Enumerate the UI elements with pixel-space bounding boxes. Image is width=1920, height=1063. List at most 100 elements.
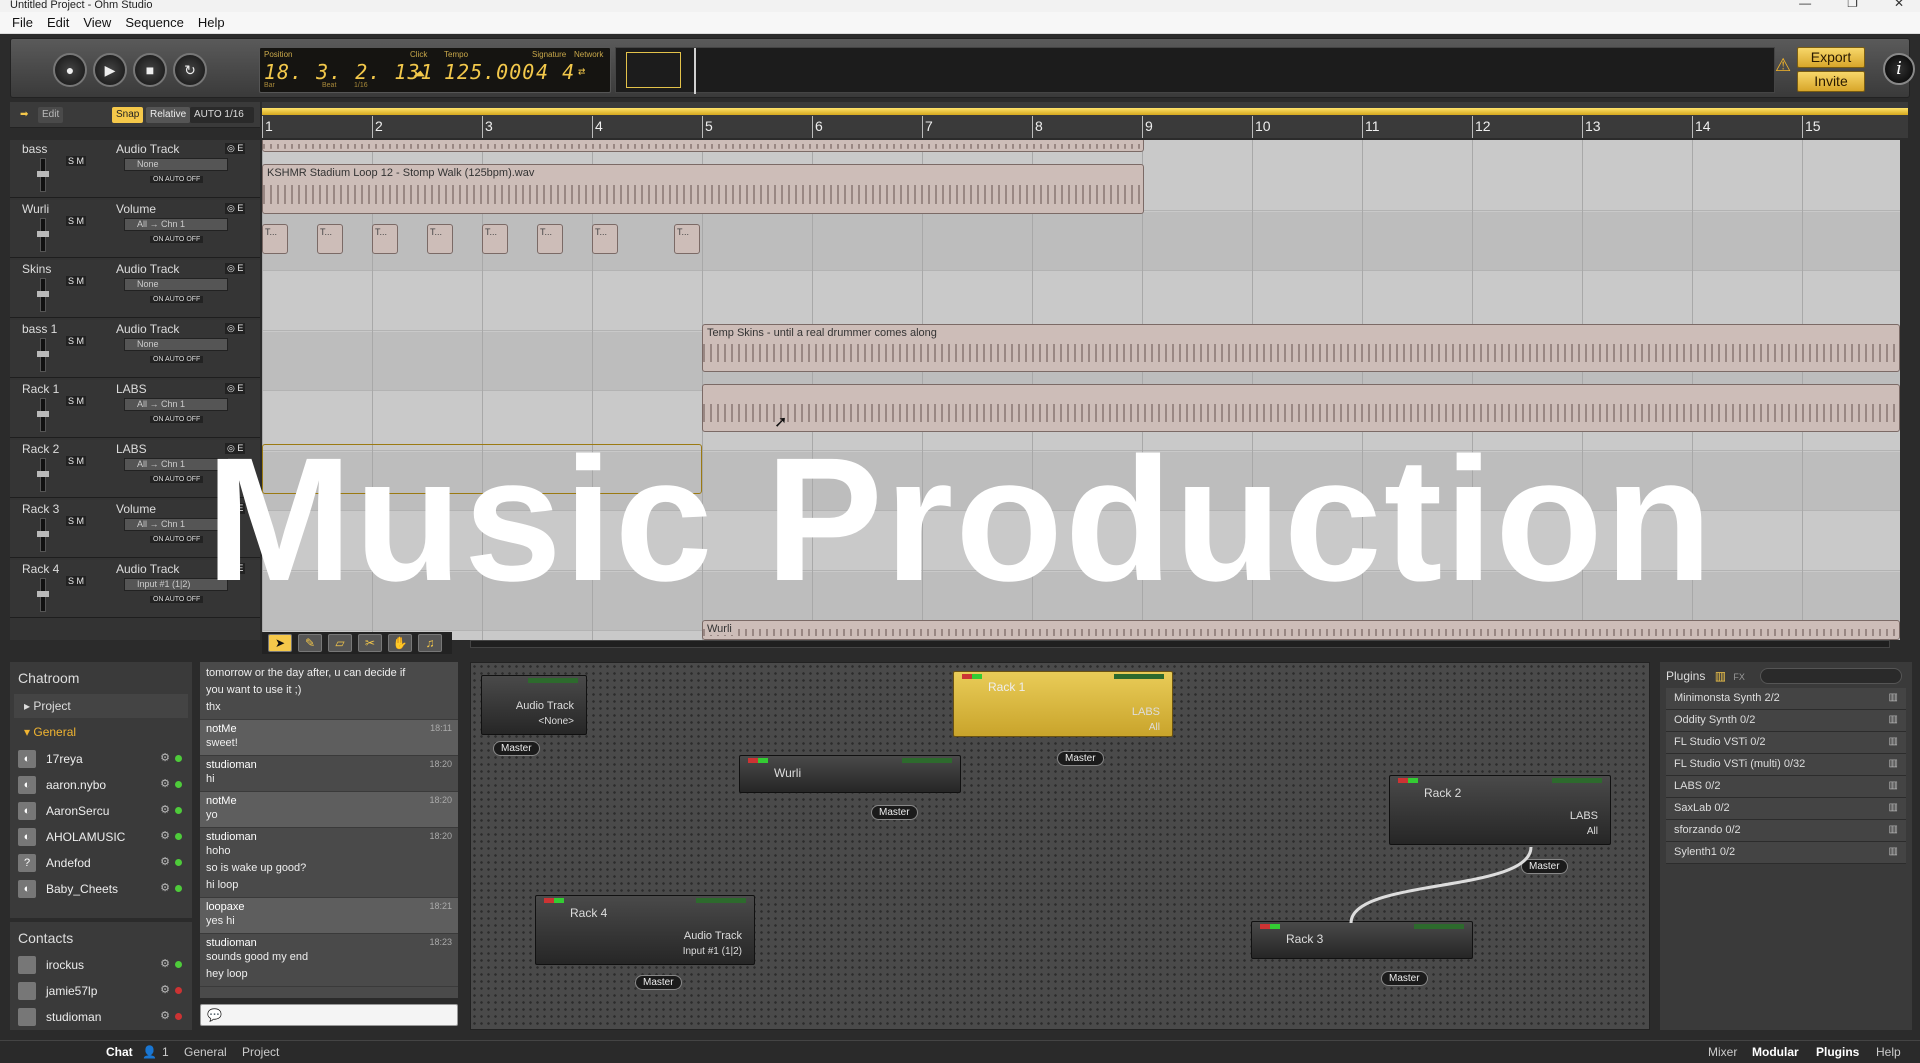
- instruments-filter-icon[interactable]: ▥: [1715, 669, 1726, 683]
- tab-mixer[interactable]: Mixer: [1708, 1045, 1737, 1059]
- gear-icon[interactable]: ⚙: [160, 751, 170, 764]
- volume-fader[interactable]: [37, 218, 49, 252]
- pencil-tool-icon[interactable]: ✎: [298, 634, 322, 652]
- plugin-search-input[interactable]: [1760, 668, 1902, 684]
- module-input-select[interactable]: Input #1 (1|2): [683, 946, 742, 957]
- gear-icon[interactable]: ⚙: [160, 855, 170, 868]
- module-channel-select[interactable]: All: [1149, 722, 1160, 733]
- master-output[interactable]: Master: [635, 975, 682, 990]
- menu-view[interactable]: View: [83, 15, 111, 30]
- chat-log[interactable]: tomorrow or the day after, u can decide …: [200, 662, 458, 998]
- module-rack-3[interactable]: Rack 3: [1251, 921, 1473, 959]
- chat-user[interactable]: ◐ Baby_Cheets ⚙: [10, 876, 192, 902]
- plugin-item[interactable]: FL Studio VSTi 0/2 ▥: [1666, 732, 1906, 754]
- module-rack-2[interactable]: Rack 2 LABS All: [1389, 775, 1611, 845]
- song-overview[interactable]: [615, 47, 1775, 94]
- overview-viewport[interactable]: [626, 52, 681, 88]
- gear-icon[interactable]: ⚙: [160, 803, 170, 816]
- master-output[interactable]: Master: [871, 805, 918, 820]
- eraser-tool-icon[interactable]: ▱: [328, 634, 352, 652]
- info-button[interactable]: i: [1883, 53, 1915, 85]
- tempo-value[interactable]: 125.000: [444, 60, 535, 84]
- channel-project[interactable]: ▸ Project: [14, 694, 188, 718]
- maximize-icon[interactable]: ❐: [1847, 0, 1858, 9]
- chat-user[interactable]: ◐ aaron.nybo ⚙: [10, 772, 192, 798]
- mini-clip[interactable]: T...: [592, 224, 618, 254]
- minimize-icon[interactable]: —: [1799, 0, 1811, 9]
- volume-fader[interactable]: [37, 398, 49, 432]
- tab-plugins[interactable]: Plugins: [1816, 1045, 1859, 1059]
- master-output[interactable]: Master: [493, 741, 540, 756]
- plugin-item[interactable]: Minimonsta Synth 2/2 ▥: [1666, 688, 1906, 710]
- plugin-info-icon[interactable]: ▥: [1889, 714, 1898, 725]
- chat-user[interactable]: ? Andefod ⚙: [10, 850, 192, 876]
- pointer-tool-icon[interactable]: ➤: [268, 634, 292, 652]
- solo-mute-buttons[interactable]: S M: [66, 156, 87, 166]
- plugin-info-icon[interactable]: ▥: [1889, 824, 1898, 835]
- menu-help[interactable]: Help: [198, 15, 225, 30]
- tab-chat[interactable]: Chat: [106, 1045, 133, 1059]
- plugin-info-icon[interactable]: ▥: [1889, 802, 1898, 813]
- track-name[interactable]: bass 1: [22, 322, 57, 336]
- module-wurli[interactable]: Wurli: [739, 755, 961, 793]
- note-tool-icon[interactable]: ♫: [418, 634, 442, 652]
- module-audio-track[interactable]: Audio Track <None>: [481, 675, 587, 735]
- volume-fader[interactable]: [37, 338, 49, 372]
- track-edit-icon[interactable]: ◎ E: [225, 323, 246, 334]
- gear-icon[interactable]: ⚙: [160, 1009, 170, 1022]
- message-author[interactable]: studioman: [206, 937, 257, 949]
- gear-icon[interactable]: ⚙: [160, 983, 170, 996]
- track-input-select[interactable]: All → Chn 1: [124, 398, 228, 411]
- plugin-info-icon[interactable]: ▥: [1889, 736, 1898, 747]
- timeline-ruler[interactable]: 1 2 3 4 5 6 7 8 9 10 11 12 13 14 15: [262, 102, 1908, 138]
- export-button[interactable]: Export: [1797, 47, 1865, 68]
- contact-user[interactable]: irockus ⚙: [10, 952, 192, 978]
- plugin-item[interactable]: SaxLab 0/2 ▥: [1666, 798, 1906, 820]
- edit-arrow-icon[interactable]: ➡: [16, 107, 32, 123]
- track-edit-icon[interactable]: ◎ E: [225, 203, 246, 214]
- mini-clip[interactable]: T...: [317, 224, 343, 254]
- play-button[interactable]: ▶: [93, 53, 127, 87]
- gear-icon[interactable]: ⚙: [160, 881, 170, 894]
- plugin-item[interactable]: LABS 0/2 ▥: [1666, 776, 1906, 798]
- menu-sequence[interactable]: Sequence: [125, 15, 184, 30]
- track-lane[interactable]: [262, 272, 1900, 331]
- loop-region[interactable]: [262, 108, 1908, 115]
- track-input-select[interactable]: None: [124, 278, 228, 291]
- master-output[interactable]: Master: [1057, 751, 1104, 766]
- track-edit-icon[interactable]: ◎ E: [225, 143, 246, 154]
- menu-file[interactable]: File: [12, 15, 33, 30]
- module-rack-1[interactable]: Rack 1 LABS All: [953, 671, 1173, 737]
- message-author[interactable]: studioman: [206, 759, 257, 771]
- mini-clip[interactable]: T...: [674, 224, 700, 254]
- tab-general[interactable]: General: [184, 1045, 227, 1059]
- plugin-info-icon[interactable]: ▥: [1889, 692, 1898, 703]
- audio-clip-top[interactable]: [262, 140, 1144, 152]
- track-header[interactable]: bass Audio Track ◎ E S M None ON AUTO OFF: [10, 140, 260, 198]
- mini-clip[interactable]: T...: [537, 224, 563, 254]
- solo-mute-buttons[interactable]: S M: [66, 276, 87, 286]
- hand-tool-icon[interactable]: ✋: [388, 634, 412, 652]
- metronome-icon[interactable]: ⏶: [412, 64, 426, 84]
- track-header[interactable]: Skins Audio Track ◎ E S M None ON AUTO OFF: [10, 260, 260, 318]
- module-channel-select[interactable]: All: [1587, 826, 1598, 837]
- automation-toggle[interactable]: ON AUTO OFF: [150, 356, 204, 363]
- track-input-select[interactable]: None: [124, 338, 228, 351]
- plugin-info-icon[interactable]: ▥: [1889, 758, 1898, 769]
- quantize-select[interactable]: AUTO 1/16: [190, 107, 254, 123]
- close-icon[interactable]: ✕: [1894, 0, 1904, 9]
- solo-mute-buttons[interactable]: S M: [66, 336, 87, 346]
- tab-modular[interactable]: Modular: [1752, 1045, 1799, 1059]
- plugin-item[interactable]: FL Studio VSTi (multi) 0/32 ▥: [1666, 754, 1906, 776]
- menu-edit[interactable]: Edit: [47, 15, 69, 30]
- master-output[interactable]: Master: [1521, 859, 1568, 874]
- loop-button[interactable]: ↻: [173, 53, 207, 87]
- message-author[interactable]: loopaxe: [206, 901, 245, 913]
- track-header[interactable]: bass 1 Audio Track ◎ E S M None ON AUTO OFF: [10, 320, 260, 378]
- channel-general[interactable]: ▾ General: [14, 720, 188, 744]
- message-author[interactable]: studioman: [206, 831, 257, 843]
- plugin-info-icon[interactable]: ▥: [1889, 780, 1898, 791]
- gear-icon[interactable]: ⚙: [160, 957, 170, 970]
- modular-view[interactable]: Audio Track <None> Master Rack 1 LABS Al…: [470, 662, 1650, 1030]
- track-name[interactable]: Rack 1: [22, 382, 59, 396]
